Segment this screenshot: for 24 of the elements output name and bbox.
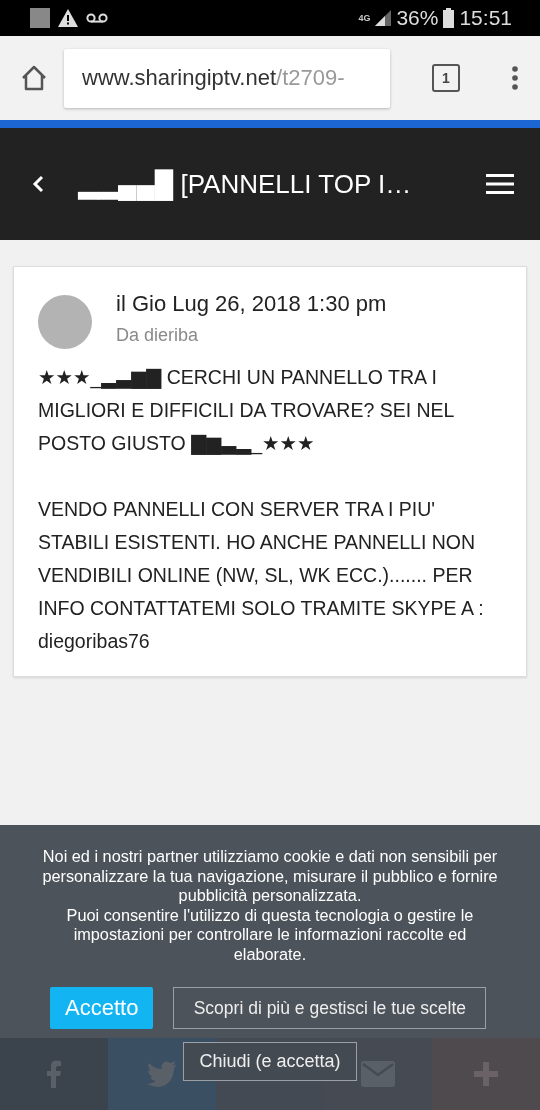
post-paragraph: ★★★_▂▃▆▇ CERCHI UN PANNELLO TRA I MIGLIORI E DIFFICILI DA TROVARE? SEI NEL POSTO GIUSTO ▇▆▃▂_★★★ (38, 365, 455, 457)
signal-icon (375, 10, 392, 26)
post-date: il Gio Lug 26, 2018 1:30 pm (116, 291, 387, 317)
post-paragraph: VENDO PANNELLI CON SERVER TRA I PIU' STABILI ESISTENTI. HO ANCHE PANNELLI NON VENDIBILI ONLINE (NW, SL, WK ECC.)....... PER INFO CONTATTATEMI SOLO TRAMITE SKYPE A : diegoribas76 (38, 497, 485, 654)
warning-icon (58, 9, 78, 27)
cookie-notice: Puoi consentire l'utilizzo di questa tecnologia o gestire le impostazioni per controllare le informazioni raccolte ed elaborate. (65, 905, 475, 964)
post-author: Da dieriba (116, 325, 200, 346)
network-type: 4G (358, 13, 371, 23)
page-title: ▂▂▄▄█ [PANNELLI TOP I… (77, 168, 413, 200)
menu-icon[interactable] (512, 66, 518, 90)
cookie-notice: Noi ed i nostri partner utilizziamo cookie e dati non sensibili per personalizzare la tua navigazione, misurare il pubblico e fornire pubblicità personalizzata. (41, 847, 499, 906)
notification-icon (30, 8, 50, 28)
clock: 15:51 (459, 6, 512, 30)
battery-icon (443, 8, 455, 28)
battery-percent: 36% (396, 6, 439, 30)
close-button[interactable]: Chiudi (e accetta) (183, 1042, 357, 1081)
tab-switcher[interactable]: 1 (432, 64, 460, 92)
menu-icon[interactable] (486, 174, 514, 194)
address-bar[interactable]: www.sharingiptv.net/t2709- (64, 48, 390, 108)
back-icon[interactable] (32, 175, 44, 193)
home-icon[interactable] (20, 65, 48, 91)
avatar (38, 295, 92, 349)
voicemail-icon (86, 13, 108, 23)
manage-choices-button[interactable]: Scopri di più e gestisci le tue scelte (173, 987, 487, 1029)
